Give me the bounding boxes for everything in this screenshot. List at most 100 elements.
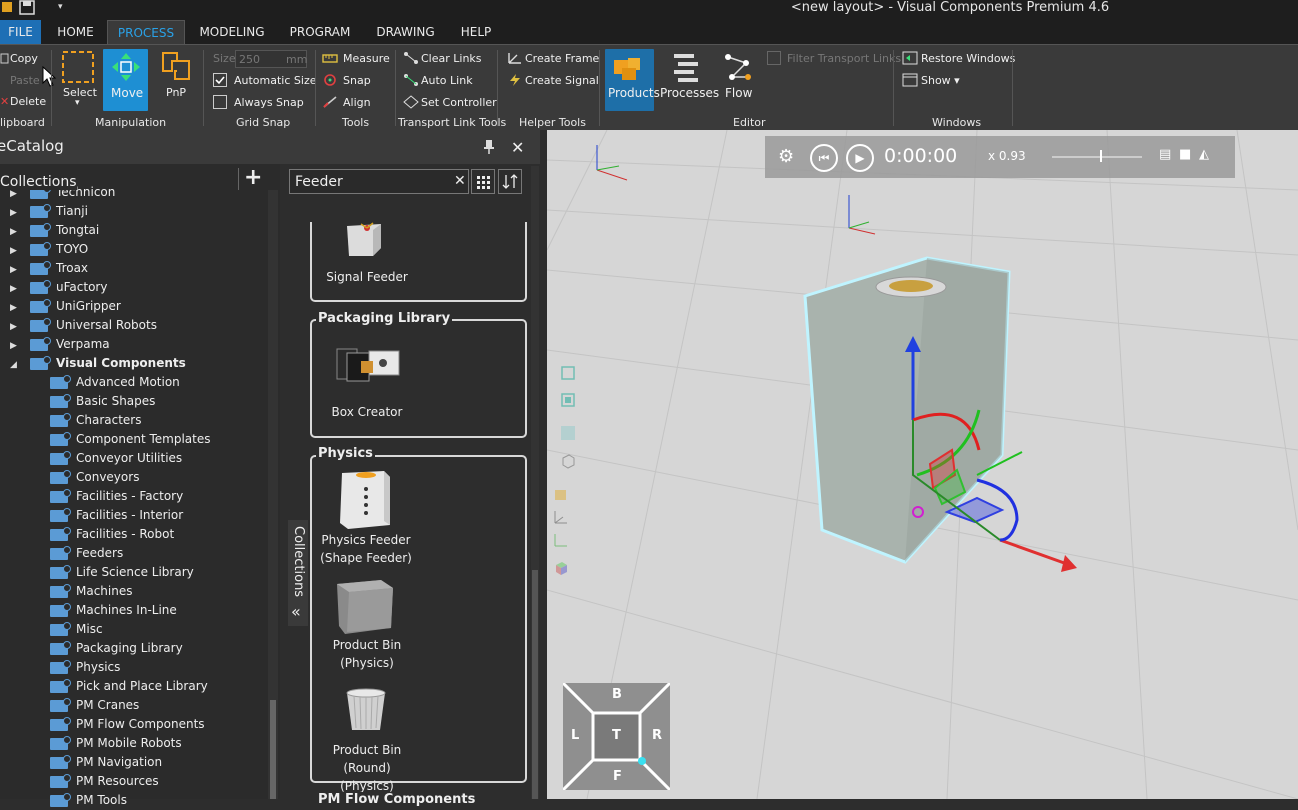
paste-button[interactable]: Paste bbox=[10, 74, 40, 87]
tree-item[interactable]: Facilities - Robot bbox=[50, 525, 174, 544]
physics-feeder-thumbnail[interactable] bbox=[336, 467, 394, 531]
tree-item[interactable]: Machines In-Line bbox=[50, 601, 177, 620]
tab-process[interactable]: PROCESS bbox=[107, 20, 185, 44]
fit-selection-icon[interactable] bbox=[560, 392, 576, 408]
product-bin-round-thumbnail[interactable] bbox=[344, 688, 388, 734]
automatic-size-checkbox[interactable] bbox=[213, 73, 227, 87]
collapse-icon[interactable]: « bbox=[291, 602, 301, 621]
clear-search-icon[interactable]: ✕ bbox=[454, 173, 466, 189]
set-controller-button[interactable]: Set Controller bbox=[421, 96, 497, 109]
tree-scrollbar-thumb[interactable] bbox=[270, 700, 276, 799]
tree-item[interactable]: PM Cranes bbox=[50, 696, 139, 715]
filter-transport-links-checkbox[interactable] bbox=[767, 51, 781, 65]
rewind-button[interactable]: ⏮ bbox=[810, 144, 838, 172]
product-bin-round-label[interactable]: Product Bin (Round) (Physics) bbox=[316, 741, 418, 795]
tree-item[interactable]: Physics bbox=[50, 658, 120, 677]
align-button[interactable]: Align bbox=[343, 96, 371, 109]
tree-item[interactable]: ◢ Visual Components bbox=[10, 354, 186, 373]
tree-item[interactable]: Machines bbox=[50, 582, 132, 601]
tab-file[interactable]: FILE bbox=[0, 20, 41, 44]
create-frame-button[interactable]: Create Frame bbox=[525, 52, 599, 65]
close-icon[interactable]: ✕ bbox=[511, 138, 524, 157]
tree-item[interactable]: Facilities - Interior bbox=[50, 506, 183, 525]
quick-access-dropdown-icon[interactable]: ▾ bbox=[58, 2, 68, 14]
nav-top[interactable]: T bbox=[612, 728, 621, 743]
tree-item[interactable]: ▶ Verpama bbox=[10, 335, 110, 354]
results-scrollbar-thumb[interactable] bbox=[532, 570, 538, 799]
tab-modeling[interactable]: MODELING bbox=[192, 20, 272, 44]
product-bin-label[interactable]: Product Bin (Physics) bbox=[318, 636, 416, 672]
tab-home[interactable]: HOME bbox=[48, 20, 103, 44]
snap-button[interactable]: Snap bbox=[343, 74, 371, 87]
tree-item[interactable]: PM Flow Components bbox=[50, 715, 205, 734]
view-cube-icon[interactable] bbox=[560, 453, 576, 469]
tree-item[interactable]: Component Templates bbox=[50, 430, 211, 449]
processes-button[interactable]: Processes bbox=[660, 86, 719, 100]
product-bin-thumbnail[interactable] bbox=[333, 578, 397, 636]
box-creator-thumbnail[interactable] bbox=[333, 343, 401, 385]
tree-item[interactable]: Misc bbox=[50, 620, 103, 639]
nav-back[interactable]: B bbox=[612, 687, 622, 702]
tree-item[interactable]: PM Mobile Robots bbox=[50, 734, 182, 753]
physics-feeder-label[interactable]: Physics Feeder (Shape Feeder) bbox=[316, 531, 416, 567]
tab-drawing[interactable]: DRAWING bbox=[368, 20, 443, 44]
select-dropdown-icon[interactable]: ▾ bbox=[75, 98, 80, 108]
signal-feeder-label[interactable]: Signal Feeder bbox=[318, 268, 416, 286]
dimension-icon[interactable] bbox=[560, 425, 576, 441]
tree-item[interactable]: ▶ Universal Robots bbox=[10, 316, 157, 335]
video-record-icon[interactable]: ■ bbox=[1179, 147, 1191, 162]
delete-button[interactable]: Delete bbox=[10, 95, 46, 108]
auto-link-button[interactable]: Auto Link bbox=[421, 74, 473, 87]
nav-front[interactable]: F bbox=[613, 769, 622, 784]
signal-feeder-thumbnail[interactable] bbox=[343, 220, 387, 258]
tree-item[interactable]: Characters bbox=[50, 411, 142, 430]
pdf-export-icon[interactable]: ▤ bbox=[1159, 147, 1171, 162]
tree-item[interactable]: Facilities - Factory bbox=[50, 487, 183, 506]
fit-view-icon[interactable] bbox=[560, 365, 576, 381]
settings-gear-icon[interactable]: ⚙ bbox=[778, 146, 794, 167]
tree-item[interactable]: ▶ UniGripper bbox=[10, 297, 121, 316]
frame-axes-icon[interactable] bbox=[553, 509, 569, 525]
tree-item[interactable]: PM Navigation bbox=[50, 753, 162, 772]
snap-axes-icon[interactable] bbox=[553, 532, 569, 548]
save-icon[interactable] bbox=[18, 0, 38, 16]
restore-windows-button[interactable]: Restore Windows bbox=[921, 52, 1015, 65]
nav-left[interactable]: L bbox=[571, 728, 579, 743]
search-input[interactable]: Feeder ✕ bbox=[289, 169, 469, 194]
box-creator-label[interactable]: Box Creator bbox=[318, 403, 416, 421]
render-mode-icon[interactable] bbox=[553, 486, 569, 502]
grid-view-icon[interactable] bbox=[471, 169, 495, 194]
tree-item[interactable]: Feeders bbox=[50, 544, 123, 563]
show-dropdown[interactable]: Show ▾ bbox=[921, 74, 960, 87]
tree-item[interactable]: Life Science Library bbox=[50, 563, 194, 582]
tree-item[interactable]: ▶ Tianji bbox=[10, 202, 88, 221]
nav-right[interactable]: R bbox=[652, 728, 662, 743]
tree-item[interactable]: ▶ Tongtai bbox=[10, 221, 99, 240]
tree-item[interactable]: Pick and Place Library bbox=[50, 677, 208, 696]
grid-size-input[interactable]: 250 mm bbox=[235, 50, 307, 68]
create-signal-button[interactable]: Create Signal bbox=[525, 74, 599, 87]
tree-item[interactable]: Conveyors bbox=[50, 468, 139, 487]
add-collection-icon[interactable]: + bbox=[244, 166, 262, 190]
tab-help[interactable]: HELP bbox=[450, 20, 502, 44]
collections-side-tab[interactable]: Collections « bbox=[288, 520, 308, 626]
navigation-cube[interactable]: B L T R F bbox=[563, 683, 670, 790]
pin-icon[interactable] bbox=[482, 139, 496, 155]
measure-button[interactable]: Measure bbox=[343, 52, 390, 65]
pnp-button[interactable]: PnP bbox=[166, 86, 186, 99]
tree-item[interactable]: PM Tools bbox=[50, 791, 127, 810]
clear-links-button[interactable]: Clear Links bbox=[421, 52, 482, 65]
tree-item[interactable]: ▶ uFactory bbox=[10, 278, 107, 297]
tree-item[interactable]: ▶ Troax bbox=[10, 259, 88, 278]
tree-item[interactable]: ▶ TOYO bbox=[10, 240, 88, 259]
sort-icon[interactable] bbox=[498, 169, 522, 194]
flow-button[interactable]: Flow bbox=[725, 86, 752, 100]
vr-icon[interactable]: ◭ bbox=[1199, 147, 1209, 162]
color-cube-icon[interactable] bbox=[553, 560, 569, 576]
tree-item[interactable]: PM Resources bbox=[50, 772, 159, 791]
play-button[interactable]: ▶ bbox=[846, 144, 874, 172]
expanded-arrow-icon[interactable]: ◢ bbox=[10, 356, 30, 375]
tree-item[interactable]: Conveyor Utilities bbox=[50, 449, 182, 468]
tab-program[interactable]: PROGRAM bbox=[280, 20, 360, 44]
always-snap-checkbox[interactable] bbox=[213, 95, 227, 109]
